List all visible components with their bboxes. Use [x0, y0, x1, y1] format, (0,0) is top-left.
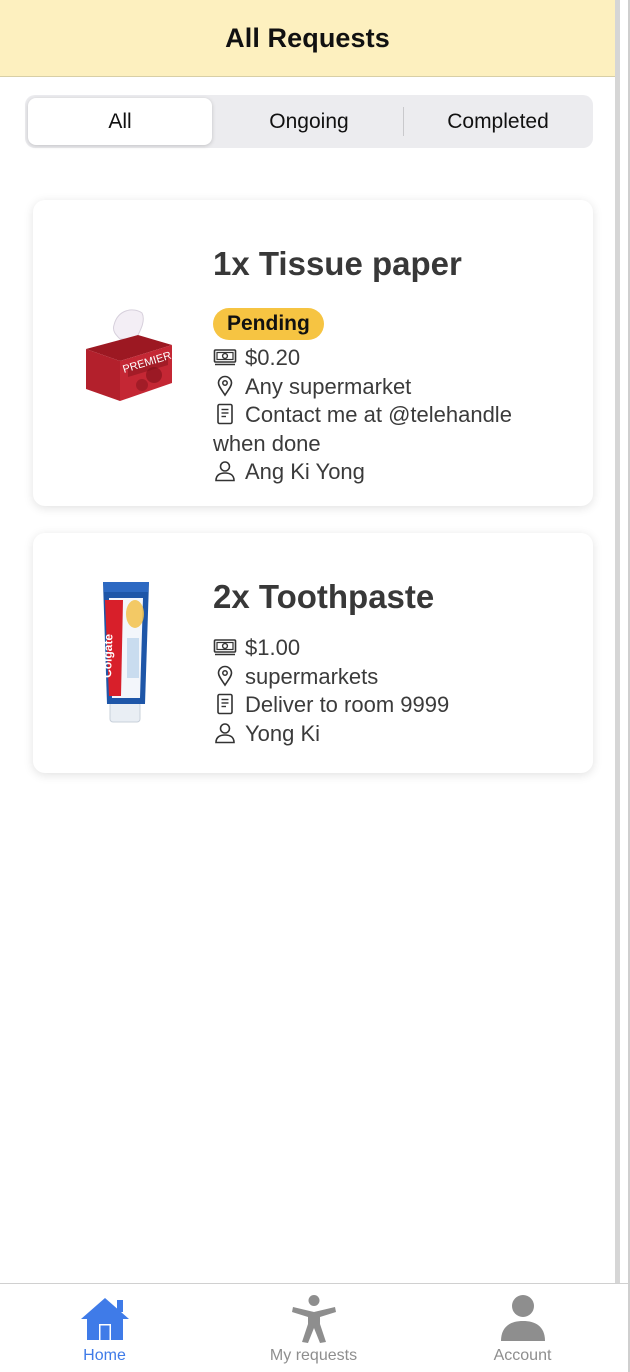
price-row: $0.20 [213, 344, 563, 373]
location-pin-icon [213, 375, 237, 397]
requester-row: Ang Ki Yong [213, 458, 563, 487]
detail-list: $1.00 supermarkets Deliver to room 9999 … [213, 634, 563, 748]
segment-divider [403, 107, 404, 136]
bottom-tab-bar: Home My requests Account [0, 1283, 628, 1372]
person-icon [213, 460, 237, 482]
status-badge: Pending [213, 308, 324, 340]
tab-my-requests-label: My requests [269, 1347, 358, 1364]
money-icon [213, 636, 237, 658]
requester-text: Yong Ki [245, 720, 321, 746]
money-icon [213, 346, 237, 368]
app-screen: All Requests All Ongoing Completed PREMI… [0, 0, 630, 1372]
location-text: supermarkets [245, 663, 379, 689]
note-icon [213, 403, 237, 425]
detail-list: $0.20 Any supermarket Contact me at @tel… [213, 344, 563, 487]
toothpaste-tube-image: Colgate [61, 578, 191, 728]
request-details: 2x Toothpaste $1.00 supermarkets Deliver… [213, 577, 563, 748]
request-details: 1x Tissue paper Pending $0.20 Any superm… [213, 244, 563, 487]
filter-segmented-control: All Ongoing Completed [25, 95, 593, 148]
segment-all[interactable]: All [28, 98, 212, 145]
price-row: $1.00 [213, 634, 563, 663]
segment-completed[interactable]: Completed [405, 98, 591, 145]
request-card[interactable]: Colgate 2x Toothpaste $1.00 supermarkets [33, 533, 593, 773]
header-bar: All Requests [0, 0, 615, 77]
home-icon [78, 1294, 132, 1344]
note-icon [213, 693, 237, 715]
tab-account-label: Account [493, 1347, 552, 1364]
price-text: $0.20 [245, 345, 301, 370]
note-text: Contact me at @telehandle when done [213, 402, 512, 456]
account-icon [496, 1294, 550, 1344]
accessibility-person-icon [287, 1294, 341, 1344]
page-title: All Requests [225, 22, 390, 53]
request-card[interactable]: PREMIER 1x Tissue paper Pending $0.20 An… [33, 200, 593, 506]
tab-account[interactable]: Account [418, 1284, 627, 1372]
tab-home[interactable]: Home [0, 1284, 209, 1372]
note-row: Contact me at @telehandle when done [213, 401, 563, 458]
location-row: supermarkets [213, 663, 563, 692]
location-row: Any supermarket [213, 373, 563, 402]
tissue-box-image: PREMIER [61, 300, 191, 410]
tab-my-requests[interactable]: My requests [209, 1284, 418, 1372]
location-text: Any supermarket [245, 373, 412, 399]
price-text: $1.00 [245, 635, 301, 660]
note-row: Deliver to room 9999 [213, 691, 563, 720]
location-pin-icon [213, 665, 237, 687]
person-icon [213, 722, 237, 744]
segment-ongoing[interactable]: Ongoing [215, 98, 403, 145]
note-text: Deliver to room 9999 [245, 692, 450, 718]
item-title: 2x Toothpaste [213, 578, 435, 615]
requester-text: Ang Ki Yong [245, 459, 365, 485]
tab-home-label: Home [83, 1347, 126, 1364]
toothpaste-brand-text: Colgate [100, 633, 116, 678]
scrollbar-track[interactable] [615, 0, 620, 1283]
item-title: 1x Tissue paper [213, 245, 462, 282]
requester-row: Yong Ki [213, 720, 563, 749]
